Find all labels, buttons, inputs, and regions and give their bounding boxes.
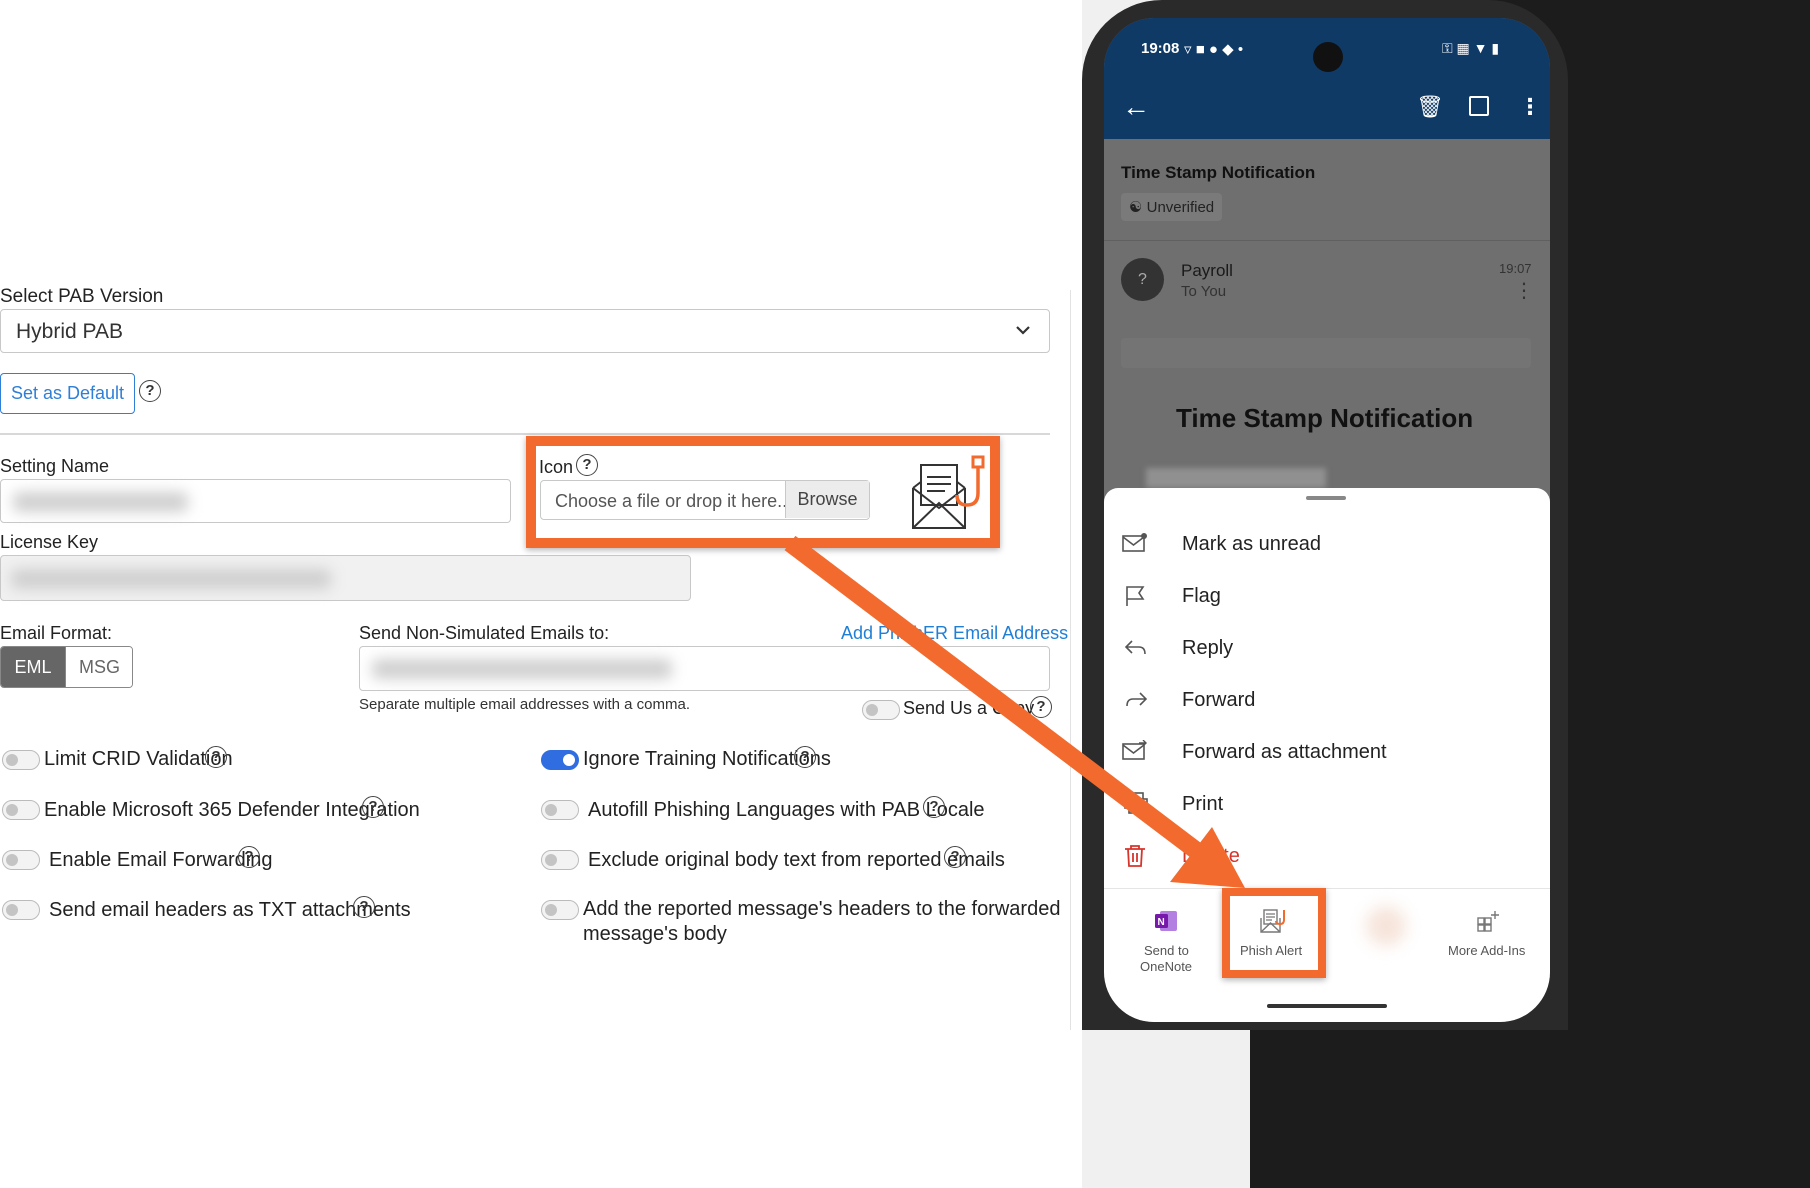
annotation-arrow xyxy=(784,535,1245,888)
